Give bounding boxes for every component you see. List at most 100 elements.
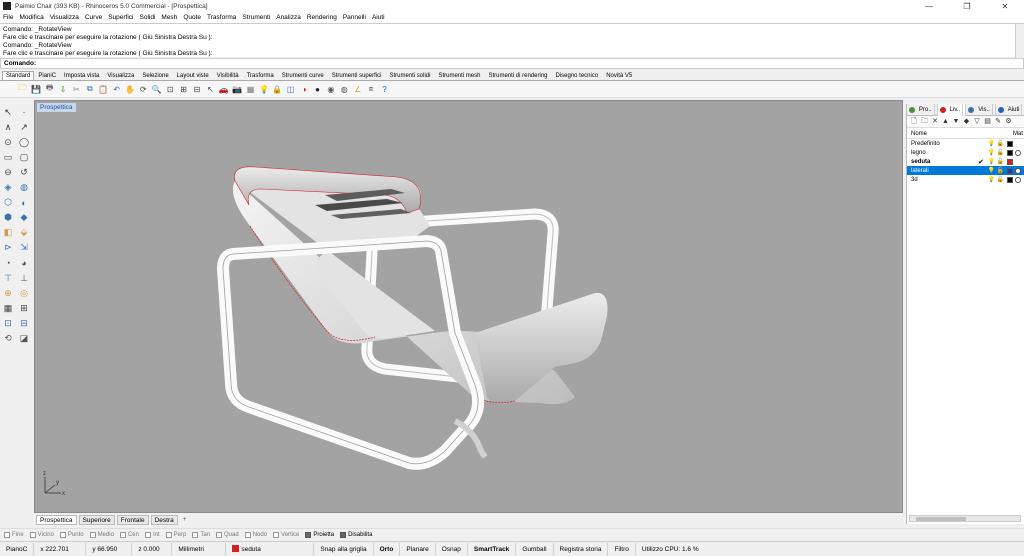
lock-icon[interactable]: 🔓 <box>996 158 1005 165</box>
tool-icon[interactable]: ⊞ <box>18 302 30 314</box>
lock-icon[interactable]: 🔓 <box>996 176 1005 183</box>
zoom-window-icon[interactable]: ⊡ <box>165 84 176 95</box>
tool-icon[interactable]: ◆ <box>18 212 30 224</box>
menu-item-visualizza[interactable]: Visualizza <box>50 14 79 21</box>
toolbar-tab[interactable]: Imposta vista <box>60 71 103 80</box>
status-cplane[interactable]: PianoC <box>0 542 35 556</box>
copy-icon[interactable]: ⧉ <box>84 84 95 95</box>
current-layer-check-icon[interactable]: ✔ <box>975 158 987 166</box>
layer-row[interactable]: Predefinito 💡 🔓 <box>907 139 1024 148</box>
osnap-medio[interactable]: Medio <box>89 531 114 538</box>
material-icon[interactable]: ◍ <box>339 84 350 95</box>
move-parent-icon[interactable]: ◆ <box>963 118 971 126</box>
minimize-icon[interactable]: — <box>910 2 948 11</box>
tool-icon[interactable]: · <box>18 106 30 118</box>
tool-icon[interactable]: ▢ <box>18 151 30 163</box>
osnap-tan[interactable]: Tan <box>192 531 210 538</box>
tool-icon[interactable]: ◪ <box>18 332 30 344</box>
zoom-icon[interactable]: 🔍 <box>151 84 162 95</box>
grid-icon[interactable]: ▦ <box>245 84 256 95</box>
tool-icon[interactable]: ⊤ <box>2 272 14 284</box>
maximize-icon[interactable]: ❐ <box>948 2 986 11</box>
lightbulb-icon[interactable]: 💡 <box>987 158 996 165</box>
save-icon[interactable]: 💾 <box>31 84 42 95</box>
layer-color-swatch[interactable] <box>1007 158 1013 165</box>
group-icon[interactable]: ⧈ <box>366 84 377 95</box>
filter-toggle[interactable]: Filtro <box>608 542 636 556</box>
tool-icon[interactable]: ⬡ <box>2 197 14 209</box>
lightbulb-icon[interactable]: 💡 <box>987 140 996 147</box>
toolbar-tab[interactable]: Trasforma <box>243 71 278 80</box>
osnap-proietta[interactable]: Proietta <box>305 531 334 538</box>
lock-icon[interactable]: 🔓 <box>996 149 1005 156</box>
undo-icon[interactable]: ↶ <box>111 84 122 95</box>
tool-icon[interactable]: ⬙ <box>18 227 30 239</box>
tool-icon[interactable]: ⊡ <box>2 317 14 329</box>
tool-icon[interactable]: ↗ <box>18 121 30 133</box>
new-icon[interactable]: 🗋 <box>4 83 15 95</box>
settings-icon[interactable]: ⚙ <box>1005 118 1013 126</box>
toolbar-tab[interactable]: Disegno tecnico <box>552 71 603 80</box>
select-icon[interactable]: ↖ <box>205 84 216 95</box>
layer-color-swatch[interactable] <box>1007 140 1013 147</box>
filter-icon[interactable]: ▽ <box>973 118 981 126</box>
osnap-punto[interactable]: Punto <box>59 531 84 538</box>
toolbar-tab[interactable]: PianiC <box>34 71 60 80</box>
close-icon[interactable]: ✕ <box>986 2 1024 11</box>
tools-icon[interactable]: ✎ <box>994 118 1002 126</box>
toolbar-tab[interactable]: Strumenti superfici <box>328 71 386 80</box>
lightbulb-icon[interactable]: 💡 <box>987 167 996 174</box>
menu-item-trasforma[interactable]: Trasforma <box>207 14 236 21</box>
toolbar-tab[interactable]: Selezione <box>138 71 172 80</box>
tool-icon[interactable]: ⊕ <box>2 287 14 299</box>
snap-grid-toggle[interactable]: Snap alla griglia <box>314 542 374 556</box>
osnap-toggle[interactable]: Osnap <box>436 542 468 556</box>
layer-color-swatch[interactable] <box>1007 149 1013 156</box>
toolbar-tab[interactable]: Visibilità <box>213 71 243 80</box>
lock-icon[interactable]: 🔓 <box>996 167 1005 174</box>
osnap-cen[interactable]: Cen <box>119 531 139 538</box>
tool-icon[interactable]: ↺ <box>18 166 30 178</box>
tool-icon[interactable]: ◈ <box>2 181 14 193</box>
tab-help[interactable]: Aiuti <box>996 104 1024 116</box>
chair-model-scene[interactable]: x y z <box>35 101 904 514</box>
tool-icon[interactable]: ⊖ <box>2 166 14 178</box>
layer-icon[interactable]: ◫ <box>285 84 296 95</box>
tool-icon[interactable]: ◯ <box>18 136 30 148</box>
menu-item-curve[interactable]: Curve <box>85 14 102 21</box>
menu-item-solidi[interactable]: Solidi <box>140 14 156 21</box>
open-icon[interactable]: 🗁 <box>17 83 28 95</box>
menu-item-aiuti[interactable]: Aiuti <box>372 14 385 21</box>
new-sublayer-icon[interactable]: 🗀 <box>921 118 929 126</box>
planar-toggle[interactable]: Planare <box>400 542 436 556</box>
layer-color-swatch[interactable] <box>1007 167 1013 174</box>
tool-icon[interactable]: ◎ <box>18 287 30 299</box>
lightbulb-icon[interactable]: 💡 <box>987 149 996 156</box>
tab-display[interactable]: Vis.. <box>966 104 996 116</box>
menu-item-quote[interactable]: Quote <box>183 14 201 21</box>
import-icon[interactable]: ⇩ <box>58 84 69 95</box>
menu-item-pannelli[interactable]: Pannelli <box>343 14 366 21</box>
panel-horizontal-scrollbar[interactable] <box>909 515 1021 522</box>
layer-row[interactable]: legno 💡 🔓 <box>907 148 1024 157</box>
menu-item-modifica[interactable]: Modifica <box>19 14 43 21</box>
tab-properties[interactable]: Pro.. <box>907 104 938 116</box>
tool-icon[interactable]: ▦ <box>2 302 14 314</box>
help-icon[interactable]: ? <box>379 84 390 95</box>
toolbar-tab[interactable]: Novità V5 <box>602 71 636 80</box>
zoom-extents-icon[interactable]: ⊞ <box>178 84 189 95</box>
toolbar-tab[interactable]: Strumenti curve <box>278 71 328 80</box>
tool-icon[interactable]: ⊳ <box>2 242 14 254</box>
viewport-tab-superiore[interactable]: Superiore <box>78 515 115 525</box>
shaded-sphere-icon[interactable]: ◉ <box>325 84 336 95</box>
toolbar-tab[interactable]: Standard <box>2 71 35 80</box>
tool-icon[interactable]: ◧ <box>2 227 14 239</box>
dimension-icon[interactable]: ∠ <box>352 84 363 95</box>
tool-icon[interactable]: ⊥ <box>18 272 30 284</box>
osnap-int[interactable]: Int <box>144 531 160 538</box>
delete-layer-icon[interactable]: ✕ <box>931 118 939 126</box>
tab-layers[interactable]: Liv.. <box>937 104 967 116</box>
tool-icon[interactable]: ⟲ <box>2 332 14 344</box>
tool-icon[interactable]: ▭ <box>2 151 14 163</box>
layer-color-swatch[interactable] <box>1007 176 1013 183</box>
